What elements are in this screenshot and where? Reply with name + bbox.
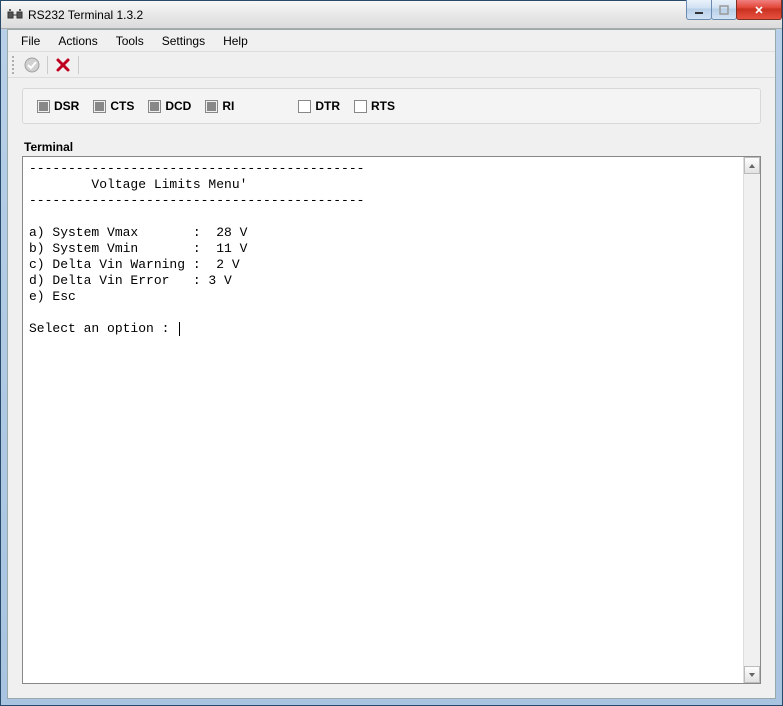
- control-dtr[interactable]: DTR: [298, 99, 340, 113]
- signal-label: CTS: [110, 99, 134, 113]
- signal-label: DCD: [165, 99, 191, 113]
- led-icon: [205, 100, 218, 113]
- signal-ri: RI: [205, 99, 234, 113]
- close-button[interactable]: [736, 0, 782, 20]
- minimize-button[interactable]: [686, 0, 712, 20]
- toolbar-grip[interactable]: [12, 56, 17, 74]
- signal-cts: CTS: [93, 99, 134, 113]
- signal-dsr: DSR: [37, 99, 79, 113]
- toolbar-separator: [78, 56, 79, 74]
- scroll-down-button[interactable]: [744, 666, 760, 683]
- checkbox-icon[interactable]: [298, 100, 311, 113]
- window-controls: [687, 0, 782, 20]
- control-rts[interactable]: RTS: [354, 99, 395, 113]
- menubar: File Actions Tools Settings Help: [8, 30, 775, 52]
- content-area: DSR CTS DCD RI DTR: [8, 78, 775, 698]
- led-icon: [93, 100, 106, 113]
- control-label: RTS: [371, 99, 395, 113]
- led-icon: [37, 100, 50, 113]
- menu-settings[interactable]: Settings: [153, 32, 214, 50]
- text-cursor: [179, 322, 180, 336]
- menu-tools[interactable]: Tools: [107, 32, 153, 50]
- connect-button[interactable]: [21, 54, 43, 76]
- titlebar[interactable]: RS232 Terminal 1.3.2: [1, 1, 782, 29]
- terminal-output[interactable]: ----------------------------------------…: [23, 157, 743, 683]
- scrollbar[interactable]: [743, 157, 760, 683]
- toolbar: [8, 52, 775, 78]
- app-icon: [7, 7, 23, 23]
- menu-help[interactable]: Help: [214, 32, 257, 50]
- terminal-container: ----------------------------------------…: [22, 156, 761, 684]
- menu-file[interactable]: File: [12, 32, 49, 50]
- app-window: RS232 Terminal 1.3.2 File Actions Tools …: [0, 0, 783, 706]
- terminal-label: Terminal: [22, 140, 761, 154]
- terminal-section: Terminal -------------------------------…: [22, 140, 761, 684]
- client-area: File Actions Tools Settings Help: [7, 29, 776, 699]
- signal-label: DSR: [54, 99, 79, 113]
- signal-dcd: DCD: [148, 99, 191, 113]
- toolbar-separator: [47, 56, 48, 74]
- menu-actions[interactable]: Actions: [49, 32, 106, 50]
- scroll-up-button[interactable]: [744, 157, 760, 174]
- maximize-button[interactable]: [711, 0, 737, 20]
- control-label: DTR: [315, 99, 340, 113]
- led-icon: [148, 100, 161, 113]
- disconnect-button[interactable]: [52, 54, 74, 76]
- window-title: RS232 Terminal 1.3.2: [28, 8, 143, 22]
- checkbox-icon[interactable]: [354, 100, 367, 113]
- signal-label: RI: [222, 99, 234, 113]
- signal-panel: DSR CTS DCD RI DTR: [22, 88, 761, 124]
